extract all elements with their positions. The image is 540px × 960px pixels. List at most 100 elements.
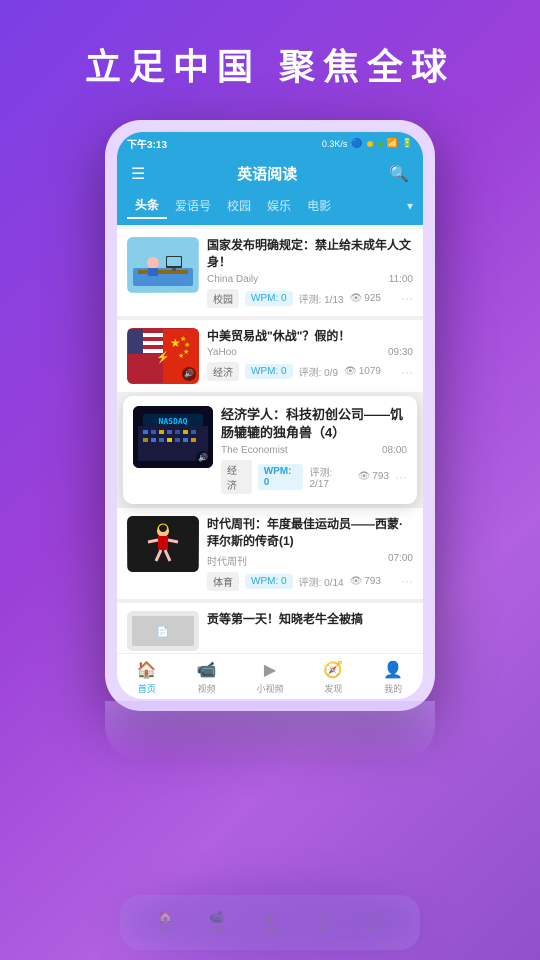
article-card-5-partial[interactable]: 📄 贡等第一天！知晓老牛全被搞 <box>117 603 423 653</box>
menu-icon[interactable]: ☰ <box>131 164 145 184</box>
tab-entertainment[interactable]: 娱乐 <box>259 193 299 218</box>
article-image-4 <box>127 516 199 572</box>
signal-dot2 <box>377 141 383 147</box>
article-wpm-2: WPM: 0 <box>245 364 293 379</box>
video-icon: 📹 <box>197 660 217 680</box>
article-time-1: 11:00 <box>389 274 413 285</box>
article-views-1: 👁 925 <box>350 293 381 304</box>
article-image-5: 📄 <box>127 611 199 651</box>
search-icon[interactable]: 🔍 <box>389 164 409 184</box>
article-review-1: 评测: 1/13 <box>299 291 344 306</box>
nav-label-video: 视频 <box>198 682 216 695</box>
article-menu-2[interactable]: ··· <box>401 365 413 379</box>
article-menu-4[interactable]: ··· <box>401 574 413 588</box>
nav-label-short-video: 小视频 <box>256 682 283 695</box>
tab-more-icon[interactable]: ▾ <box>407 199 413 213</box>
article-title-3: 经济学人：科技初创公司——饥肠辘辘的独角兽（4） <box>221 406 407 442</box>
article-time-2: 09:30 <box>388 347 413 358</box>
phone-reflection <box>105 701 435 761</box>
article-wpm-3: WPM: 0 <box>258 464 304 490</box>
svg-text:★: ★ <box>184 341 190 349</box>
svg-text:NASDAQ: NASDAQ <box>159 417 188 426</box>
article-card-2[interactable]: ★ ★ ★ ★ ★ ⚡ 🔊 中美贸易战"休战"？假的！ <box>117 320 423 392</box>
tab-campus[interactable]: 校园 <box>219 193 259 218</box>
profile-icon: 👤 <box>383 660 403 680</box>
sound-icon-3: 🔊 <box>196 451 210 465</box>
nav-label-home: 首页 <box>138 682 156 695</box>
article-review-4: 评测: 0/14 <box>299 574 344 589</box>
nav-title: 英语阅读 <box>237 163 297 184</box>
article-info-1: 国家发布明确规定：禁止给未成年人文身！ China Daily 11:00 校园… <box>207 237 413 308</box>
article-wpm-4: WPM: 0 <box>245 574 293 589</box>
article-views-3: 👁 793 <box>358 471 389 482</box>
article-review-3: 评测: 2/17 <box>309 464 351 490</box>
nav-label-discover: 发现 <box>324 682 342 695</box>
article-time-3: 08:00 <box>382 445 407 456</box>
article-menu-1[interactable]: ··· <box>401 291 413 305</box>
article-title-4: 时代周刊：年度最佳运动员——西蒙·拜尔斯的传奇(1) <box>207 516 413 550</box>
nav-item-home[interactable]: 🏠 首页 <box>137 660 157 695</box>
article-tag-3: 经济 <box>221 460 252 494</box>
article-meta-3: The Economist 08:00 <box>221 445 407 456</box>
article-info-2: 中美贸易战"休战"？假的！ YaHoo 09:30 经济 WPM: 0 评测: … <box>207 328 413 382</box>
article-stats-2: 经济 WPM: 0 评测: 0/9 👁 1079 ··· <box>207 362 413 381</box>
article-tag-2: 经济 <box>207 362 239 381</box>
article-title-5: 贡等第一天！知晓老牛全被搞 <box>207 611 413 628</box>
article-stats-4: 体育 WPM: 0 评测: 0/14 👁 793 ··· <box>207 572 413 591</box>
article-thumb-3: NASDAQ 🔊 <box>133 406 213 468</box>
bottom-shadow <box>115 880 425 960</box>
battery-icon: 🔋 <box>402 138 413 149</box>
article-thumb-4 <box>127 516 199 572</box>
status-time: 下午3:13 <box>127 136 167 151</box>
nav-item-profile[interactable]: 👤 我的 <box>383 660 403 695</box>
article-source-3: The Economist <box>221 445 288 456</box>
article-meta-1: China Daily 11:00 <box>207 274 413 285</box>
article-source-4: 时代周刊 <box>207 553 247 568</box>
tab-headlines[interactable]: 头条 <box>127 192 167 219</box>
phone-frame: 下午3:13 0.3K/s 🔵 📶 🔋 ☰ 英语阅读 🔍 头条 <box>105 120 435 761</box>
article-views-2: 👁 1079 <box>344 366 381 377</box>
article-title-1: 国家发布明确规定：禁止给未成年人文身！ <box>207 237 413 271</box>
article-card-3[interactable]: NASDAQ 🔊 经济学人：科技初创公司——饥肠辘辘的独角兽（4） The Ec… <box>123 396 417 504</box>
article-menu-3[interactable]: ··· <box>395 470 407 484</box>
wifi-icon: 📶 <box>387 138 398 149</box>
tab-aiyuhao[interactable]: 爱语号 <box>167 193 219 218</box>
hero-title: 立足中国 聚焦全球 <box>0 0 540 90</box>
article-card-4[interactable]: 时代周刊：年度最佳运动员——西蒙·拜尔斯的传奇(1) 时代周刊 07:00 体育… <box>117 508 423 599</box>
article-source-2: YaHoo <box>207 347 237 358</box>
svg-text:📄: 📄 <box>157 625 169 638</box>
top-nav: ☰ 英语阅读 🔍 <box>117 155 423 192</box>
bt-icon: 🔵 <box>351 138 362 149</box>
article-thumb-5: 📄 <box>127 611 199 651</box>
article-source-1: China Daily <box>207 274 258 285</box>
article-image-1 <box>127 237 199 293</box>
signal-dot1 <box>367 141 373 147</box>
nav-item-video[interactable]: 📹 视频 <box>197 660 217 695</box>
article-wpm-1: WPM: 0 <box>245 291 293 306</box>
article-tag-4: 体育 <box>207 572 239 591</box>
article-tag-1: 校园 <box>207 289 239 308</box>
content-area: 国家发布明确规定：禁止给未成年人文身！ China Daily 11:00 校园… <box>117 229 423 653</box>
article-meta-4: 时代周刊 07:00 <box>207 553 413 568</box>
nav-item-discover[interactable]: 🧭 发现 <box>323 660 343 695</box>
nav-item-short-video[interactable]: ▶ 小视频 <box>256 660 283 695</box>
sound-icon-2: 🔊 <box>182 367 196 381</box>
tab-bar: 头条 爱语号 校园 娱乐 电影 ▾ <box>117 192 423 225</box>
nav-label-profile: 我的 <box>384 682 402 695</box>
article-info-3: 经济学人：科技初创公司——饥肠辘辘的独角兽（4） The Economist 0… <box>221 406 407 494</box>
article-info-5: 贡等第一天！知晓老牛全被搞 <box>207 611 413 631</box>
discover-icon: 🧭 <box>323 660 343 680</box>
article-stats-1: 校园 WPM: 0 评测: 1/13 👁 925 ··· <box>207 289 413 308</box>
article-review-2: 评测: 0/9 <box>299 364 338 379</box>
article-thumb-2: ★ ★ ★ ★ ★ ⚡ 🔊 <box>127 328 199 384</box>
status-right: 0.3K/s 🔵 📶 🔋 <box>322 138 413 149</box>
svg-text:★: ★ <box>178 352 184 360</box>
tab-movies[interactable]: 电影 <box>299 193 339 218</box>
status-bar: 下午3:13 0.3K/s 🔵 📶 🔋 <box>117 132 423 155</box>
article-card-1[interactable]: 国家发布明确规定：禁止给未成年人文身！ China Daily 11:00 校园… <box>117 229 423 316</box>
article-meta-2: YaHoo 09:30 <box>207 347 413 358</box>
article-title-2: 中美贸易战"休战"？假的！ <box>207 328 413 345</box>
article-info-4: 时代周刊：年度最佳运动员——西蒙·拜尔斯的传奇(1) 时代周刊 07:00 体育… <box>207 516 413 591</box>
article-thumb-1 <box>127 237 199 293</box>
article-stats-3: 经济 WPM: 0 评测: 2/17 👁 793 ··· <box>221 460 407 494</box>
